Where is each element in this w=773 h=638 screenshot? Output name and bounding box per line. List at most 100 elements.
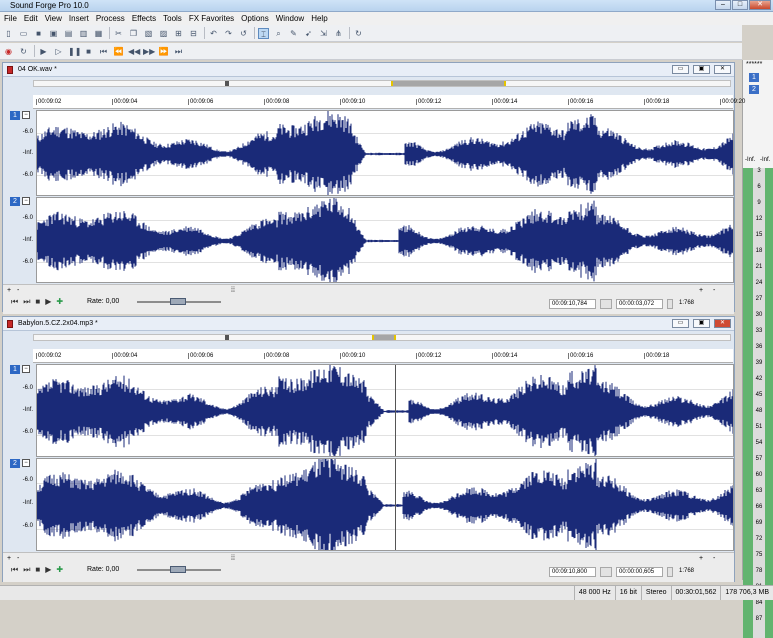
refresh-icon[interactable]: ↻ — [353, 28, 364, 39]
doc-restore-button[interactable]: ▣ — [693, 65, 710, 74]
menu-options[interactable]: Options — [241, 14, 269, 23]
doc-restore-button[interactable]: ▣ — [693, 319, 710, 328]
save-all-icon[interactable]: ▣ — [48, 28, 59, 39]
pencil-tool-icon[interactable]: ✎ — [288, 28, 299, 39]
event-tool-icon[interactable]: ⇲ — [318, 28, 329, 39]
menu-process[interactable]: Process — [96, 14, 125, 23]
menu-insert[interactable]: Insert — [69, 14, 89, 23]
redo-icon[interactable]: ↷ — [223, 28, 234, 39]
add-marker-icon[interactable]: ✚ — [56, 297, 63, 307]
overview-bar[interactable] — [33, 334, 731, 341]
edit-tool-icon[interactable]: ⌶ — [258, 27, 269, 39]
play-all-icon[interactable]: ▶ — [38, 46, 49, 57]
rate-slider[interactable] — [137, 566, 221, 573]
overview-selection[interactable] — [372, 335, 396, 340]
rate-slider-thumb[interactable] — [170, 566, 186, 573]
next-icon[interactable]: ⏩ — [158, 46, 169, 57]
play-icon[interactable]: ▶ — [45, 297, 51, 307]
stop-icon[interactable]: ■ — [35, 565, 40, 575]
snap-icon[interactable]: ⋔ — [333, 28, 344, 39]
pause-icon[interactable]: ❚❚ — [68, 46, 81, 57]
go-to-end-icon[interactable]: ⏭ — [23, 565, 30, 575]
channel-1-button[interactable]: 1 — [10, 365, 20, 374]
zoom-in-h-button[interactable]: + — [699, 287, 703, 294]
forward-icon[interactable]: ▶▶ — [143, 46, 155, 57]
properties-icon[interactable]: ▦ — [93, 28, 104, 39]
record-icon[interactable]: ◉ — [3, 46, 14, 57]
print-icon[interactable]: ▥ — [78, 28, 89, 39]
zoom-out-button[interactable]: - — [17, 287, 19, 294]
trim-icon[interactable]: ⊟ — [188, 28, 199, 39]
minimize-button[interactable]: – — [715, 0, 731, 10]
channel-1-button[interactable]: 1 — [10, 111, 20, 120]
maximize-button[interactable]: □ — [732, 0, 748, 10]
paste-icon[interactable]: ▧ — [143, 28, 154, 39]
waveform-channel-1[interactable] — [36, 110, 734, 196]
stop-icon[interactable]: ■ — [35, 297, 40, 307]
overview-selection[interactable] — [391, 81, 506, 86]
menu-fx-favorites[interactable]: FX Favorites — [189, 14, 234, 23]
zoom-in-button[interactable]: + — [7, 287, 11, 294]
zoom-in-button[interactable]: + — [7, 555, 11, 562]
crop-icon[interactable]: ⊞ — [173, 28, 184, 39]
copy-icon[interactable]: ❐ — [128, 28, 139, 39]
waveform-channel-2[interactable] — [36, 197, 734, 283]
mix-icon[interactable]: ▨ — [158, 28, 169, 39]
menu-effects[interactable]: Effects — [132, 14, 156, 23]
cut-icon[interactable]: ✂ — [113, 28, 124, 39]
zoom-out-h-button[interactable]: - — [713, 555, 715, 562]
waveform-channel-1[interactable] — [36, 364, 734, 457]
menu-tools[interactable]: Tools — [163, 14, 182, 23]
go-to-end-icon[interactable]: ⏭ — [23, 297, 30, 307]
envelope-tool-icon[interactable]: ➹ — [303, 28, 314, 39]
play-icon[interactable]: ▶ — [45, 565, 51, 575]
render-icon[interactable]: ▤ — [63, 28, 74, 39]
doc-minimize-button[interactable]: ▭ — [672, 319, 689, 328]
save-icon[interactable]: ■ — [33, 28, 44, 39]
go-to-start-icon[interactable]: ⏮ — [98, 46, 109, 57]
new-file-icon[interactable]: ▯ — [3, 28, 14, 39]
previous-icon[interactable]: ⏪ — [113, 46, 124, 57]
doc-close-button[interactable]: ✕ — [714, 319, 731, 328]
repeat-icon[interactable]: ↺ — [238, 28, 249, 39]
channel-1-minus[interactable]: − — [22, 111, 30, 119]
channel-2-minus[interactable]: − — [22, 197, 30, 205]
go-to-end-icon[interactable]: ⏭ — [173, 46, 184, 57]
rewind-icon[interactable]: ◀◀ — [128, 46, 140, 57]
channel-2-button[interactable]: 2 — [10, 459, 20, 468]
menu-window[interactable]: Window — [276, 14, 304, 23]
scroll-thumb[interactable]: ⁞⁞ — [231, 287, 235, 294]
menu-view[interactable]: View — [45, 14, 62, 23]
stop-icon[interactable]: ■ — [83, 46, 94, 57]
magnify-tool-icon[interactable]: ⌕ — [273, 28, 284, 39]
time-ruler[interactable]: 00:09:02 00:09:04 00:09:06 00:09:08 00:09:10… — [33, 349, 733, 363]
meter-channel-1[interactable]: 1 — [749, 73, 759, 82]
go-to-start-icon[interactable]: ⏮ — [11, 297, 18, 307]
zoom-out-h-button[interactable]: - — [713, 287, 715, 294]
time-ruler[interactable]: 00:09:02 00:09:04 00:09:06 00:09:08 00:09:10… — [33, 95, 745, 109]
scroll-thumb[interactable]: ⁞⁞ — [231, 555, 235, 562]
open-file-icon[interactable]: ▭ — [18, 28, 29, 39]
doc-close-button[interactable]: ✕ — [714, 65, 731, 74]
menu-edit[interactable]: Edit — [24, 14, 38, 23]
zoom-in-h-button[interactable]: + — [699, 555, 703, 562]
meter-options[interactable]: ****** — [746, 61, 762, 68]
menu-file[interactable]: File — [4, 14, 17, 23]
go-to-start-icon[interactable]: ⏮ — [11, 565, 18, 575]
doc-minimize-button[interactable]: ▭ — [672, 65, 689, 74]
waveform-channel-2[interactable] — [36, 458, 734, 551]
menu-help[interactable]: Help — [311, 14, 327, 23]
channel-1-minus[interactable]: − — [22, 365, 30, 373]
channel-2-button[interactable]: 2 — [10, 197, 20, 206]
meter-channel-2[interactable]: 2 — [749, 85, 759, 94]
rate-slider-thumb[interactable] — [170, 298, 186, 305]
add-marker-icon[interactable]: ✚ — [56, 565, 63, 575]
rate-slider[interactable] — [137, 298, 221, 305]
zoom-out-button[interactable]: - — [17, 555, 19, 562]
overview-bar[interactable] — [33, 80, 731, 87]
close-button[interactable]: ✕ — [749, 0, 771, 10]
undo-icon[interactable]: ↶ — [208, 28, 219, 39]
channel-2-minus[interactable]: − — [22, 459, 30, 467]
loop-icon[interactable]: ↻ — [18, 46, 29, 57]
play-icon[interactable]: ▷ — [53, 46, 64, 57]
